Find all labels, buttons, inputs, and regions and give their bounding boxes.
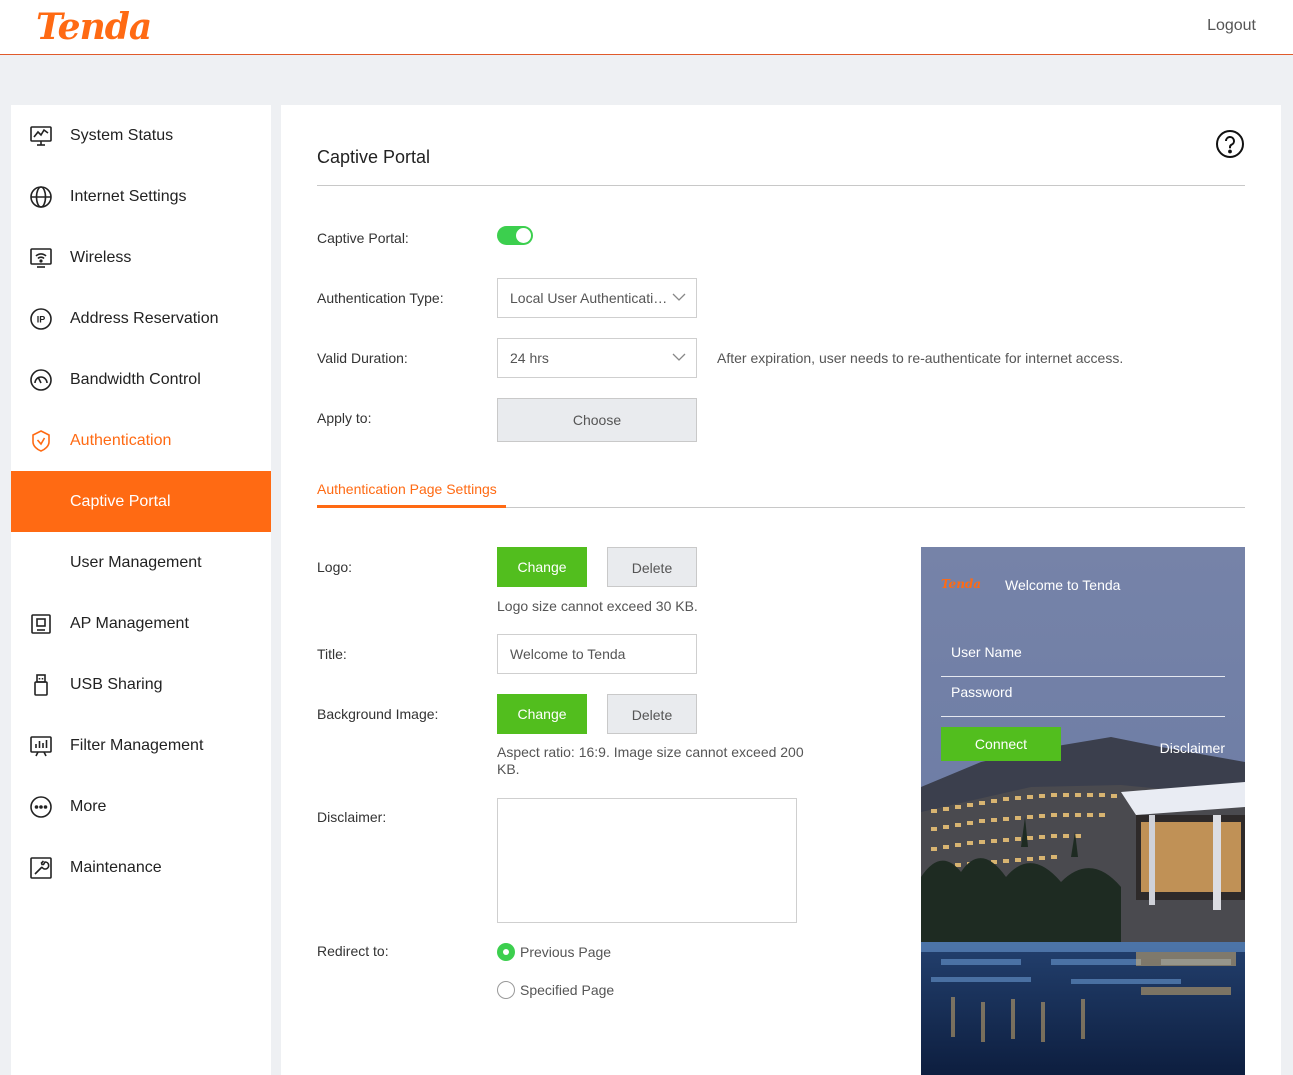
preview-connect-button: Connect <box>941 727 1061 761</box>
sidebar-item-user-management[interactable]: User Management <box>11 532 271 593</box>
sidebar-item-label: Maintenance <box>70 858 162 876</box>
auth-type-value: Local User Authentication <box>510 290 668 306</box>
background-image-label: Background Image: <box>317 706 439 722</box>
sidebar-item-usb-sharing[interactable]: USB Sharing <box>11 654 271 715</box>
ip-icon: IP <box>29 307 53 331</box>
preview-password-field: Password <box>941 677 1225 717</box>
background-delete-button[interactable]: Delete <box>607 694 697 734</box>
valid-duration-value: 24 hrs <box>510 350 549 366</box>
sidebar-item-label: User Management <box>70 553 202 571</box>
monitor-chart-icon <box>29 124 53 148</box>
title-divider <box>317 185 1245 186</box>
sidebar-item-ap-management[interactable]: AP Management <box>11 593 271 654</box>
preview-title: Welcome to Tenda <box>1005 577 1121 593</box>
disclaimer-label: Disclaimer: <box>317 809 387 825</box>
sidebar-item-system-status[interactable]: System Status <box>11 105 271 166</box>
captive-portal-toggle[interactable] <box>497 226 533 245</box>
title-label: Title: <box>317 646 347 662</box>
background-change-button[interactable]: Change <box>497 694 587 734</box>
svg-text:IP: IP <box>37 314 46 324</box>
background-note-line1: Aspect ratio: 16:9. Image size cannot ex… <box>497 744 804 760</box>
wifi-screen-icon <box>29 246 53 270</box>
chevron-down-icon <box>672 293 686 301</box>
preview-username-field: User Name <box>941 637 1225 677</box>
sidebar-item-captive-portal[interactable]: Captive Portal <box>11 471 271 532</box>
sidebar: System Status Internet Settings Wireless… <box>11 105 271 1075</box>
top-bar: Tenda Logout <box>0 0 1293 55</box>
more-dots-icon <box>29 795 53 819</box>
sidebar-item-label: More <box>70 797 107 815</box>
sidebar-item-label: Filter Management <box>70 736 204 754</box>
logo-delete-button[interactable]: Delete <box>607 547 697 587</box>
usb-icon <box>29 673 53 697</box>
sidebar-item-label: USB Sharing <box>70 675 163 693</box>
logo-note: Logo size cannot exceed 30 KB. <box>497 598 698 614</box>
shield-check-icon <box>29 429 53 453</box>
resort-background-image <box>921 547 1245 1075</box>
wrench-icon <box>29 856 53 880</box>
main-panel: Captive Portal Captive Portal: Authentic… <box>281 105 1281 1075</box>
sidebar-item-label: Bandwidth Control <box>70 370 201 388</box>
ap-device-icon <box>29 612 53 636</box>
sidebar-item-address-reservation[interactable]: IP Address Reservation <box>11 288 271 349</box>
bar-chart-icon <box>29 734 53 758</box>
gauge-icon <box>29 368 53 392</box>
preview-disclaimer-link: Disclaimer <box>1159 740 1225 756</box>
sidebar-item-filter-management[interactable]: Filter Management <box>11 715 271 776</box>
disclaimer-textarea[interactable] <box>497 798 797 923</box>
help-icon[interactable] <box>1215 129 1245 159</box>
logo-label: Logo: <box>317 559 353 575</box>
radio-previous-page[interactable]: Previous Page <box>497 943 611 961</box>
choose-button[interactable]: Choose <box>497 398 697 442</box>
sidebar-item-label: Wireless <box>70 248 132 266</box>
sidebar-item-authentication[interactable]: Authentication <box>11 410 271 471</box>
sidebar-item-label: Captive Portal <box>70 492 171 510</box>
sidebar-item-label: AP Management <box>70 614 189 632</box>
portal-preview: Tenda Welcome to Tenda User Name Passwor… <box>921 547 1245 1075</box>
sidebar-item-bandwidth-control[interactable]: Bandwidth Control <box>11 349 271 410</box>
page-title: Captive Portal <box>317 147 431 167</box>
apply-to-label: Apply to: <box>317 410 372 426</box>
radio-label: Specified Page <box>520 982 615 998</box>
sidebar-item-internet-settings[interactable]: Internet Settings <box>11 166 271 227</box>
logo-change-button[interactable]: Change <box>497 547 587 587</box>
radio-label: Previous Page <box>520 944 612 960</box>
valid-duration-note: After expiration, user needs to re-authe… <box>717 350 1124 366</box>
valid-duration-select[interactable]: 24 hrs <box>497 338 697 378</box>
auth-type-label: Authentication Type: <box>317 290 444 306</box>
subtab-active-indicator <box>317 505 506 508</box>
radio-unchecked-icon <box>497 981 515 999</box>
valid-duration-label: Valid Duration: <box>317 350 408 366</box>
globe-icon <box>29 185 53 209</box>
sidebar-item-label: Address Reservation <box>70 309 219 327</box>
captive-portal-label: Captive Portal: <box>317 230 409 246</box>
chevron-down-icon <box>672 353 686 361</box>
sidebar-item-maintenance[interactable]: Maintenance <box>11 837 271 898</box>
preview-logo: Tenda <box>941 577 982 591</box>
sidebar-item-wireless[interactable]: Wireless <box>11 227 271 288</box>
sidebar-item-more[interactable]: More <box>11 776 271 837</box>
radio-checked-icon <box>497 943 515 961</box>
background-note-line2: KB. <box>497 761 520 777</box>
logout-link[interactable]: Logout <box>1207 17 1256 35</box>
sidebar-item-label: Internet Settings <box>70 187 187 205</box>
title-input[interactable]: Welcome to Tenda <box>497 634 697 674</box>
radio-specified-page[interactable]: Specified Page <box>497 981 614 999</box>
tab-authentication-page-settings[interactable]: Authentication Page Settings <box>317 481 497 497</box>
sidebar-item-label: Authentication <box>70 431 172 449</box>
auth-type-select[interactable]: Local User Authentication <box>497 278 697 318</box>
tenda-logo: Tenda <box>36 6 152 48</box>
redirect-label: Redirect to: <box>317 943 389 959</box>
sidebar-item-label: System Status <box>70 126 174 144</box>
